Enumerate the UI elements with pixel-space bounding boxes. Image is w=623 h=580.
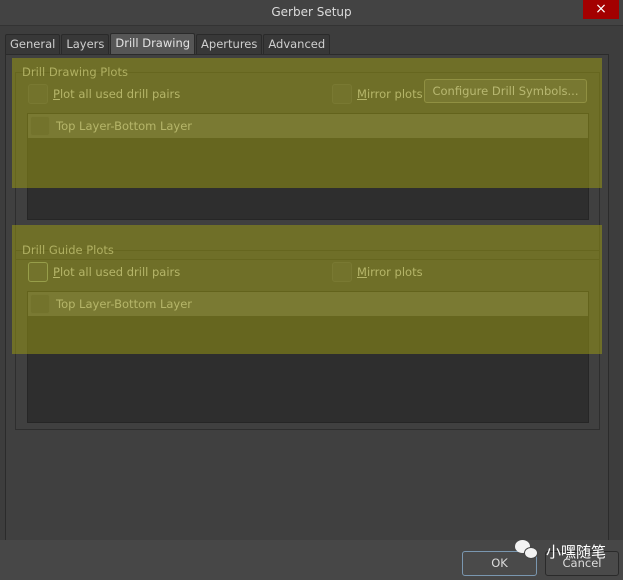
mnemonic: M (357, 87, 367, 101)
title-bar: Gerber Setup × (0, 0, 623, 26)
tab-advanced[interactable]: Advanced (263, 34, 331, 54)
tab-general[interactable]: General (5, 34, 61, 54)
group-label: Drill Drawing Plots (22, 65, 128, 79)
mirror-plots-checkbox[interactable] (332, 262, 352, 282)
window-title: Gerber Setup (271, 5, 352, 19)
mirror-plots-checkbox[interactable] (332, 84, 352, 104)
layer-pair-label: Top Layer-Bottom Layer (56, 119, 193, 133)
plot-all-drill-pairs-option[interactable]: Plot all used drill pairs (28, 84, 180, 104)
drill-pairs-list[interactable]: Top Layer-Bottom Layer (27, 113, 589, 220)
drill-pairs-list[interactable]: Top Layer-Bottom Layer (27, 291, 589, 423)
tab-layers[interactable]: Layers (61, 34, 110, 54)
cancel-button[interactable]: Cancel (545, 551, 619, 576)
close-button[interactable]: × (583, 0, 619, 19)
list-item[interactable]: Top Layer-Bottom Layer (28, 114, 588, 138)
plot-all-label: lot all used drill pairs (59, 87, 181, 101)
plot-all-label: lot all used drill pairs (59, 265, 181, 279)
plot-all-drill-pairs-checkbox[interactable] (28, 262, 48, 282)
mirror-plots-label: irror plots (366, 265, 423, 279)
mirror-plots-option[interactable]: Mirror plots (332, 84, 423, 104)
drill-drawing-page: Drill Drawing Plots Plot all used drill … (5, 54, 609, 552)
configure-drill-symbols-button[interactable]: Configure Drill Symbols... (424, 79, 587, 103)
layer-pair-label: Top Layer-Bottom Layer (56, 297, 193, 311)
group-label: Drill Guide Plots (22, 243, 114, 257)
tab-bar: General Layers Drill Drawing Apertures A… (5, 33, 331, 54)
drill-guide-plots-group: Drill Guide Plots Plot all used drill pa… (15, 243, 600, 430)
layer-pair-checkbox[interactable] (30, 294, 50, 314)
close-icon: × (595, 1, 607, 17)
layer-pair-checkbox[interactable] (30, 116, 50, 136)
dialog-body: General Layers Drill Drawing Apertures A… (0, 26, 623, 580)
mirror-plots-label: irror plots (366, 87, 423, 101)
plot-all-drill-pairs-option[interactable]: Plot all used drill pairs (28, 262, 180, 282)
ok-button[interactable]: OK (462, 551, 537, 576)
list-item[interactable]: Top Layer-Bottom Layer (28, 292, 588, 316)
mnemonic: M (357, 265, 367, 279)
mnemonic: P (53, 265, 60, 279)
tab-apertures[interactable]: Apertures (196, 34, 263, 54)
tab-drill-drawing[interactable]: Drill Drawing (110, 33, 196, 54)
mnemonic: P (53, 87, 60, 101)
drill-drawing-plots-group: Drill Drawing Plots Plot all used drill … (15, 65, 600, 260)
mirror-plots-option[interactable]: Mirror plots (332, 262, 423, 282)
plot-all-drill-pairs-checkbox[interactable] (28, 84, 48, 104)
